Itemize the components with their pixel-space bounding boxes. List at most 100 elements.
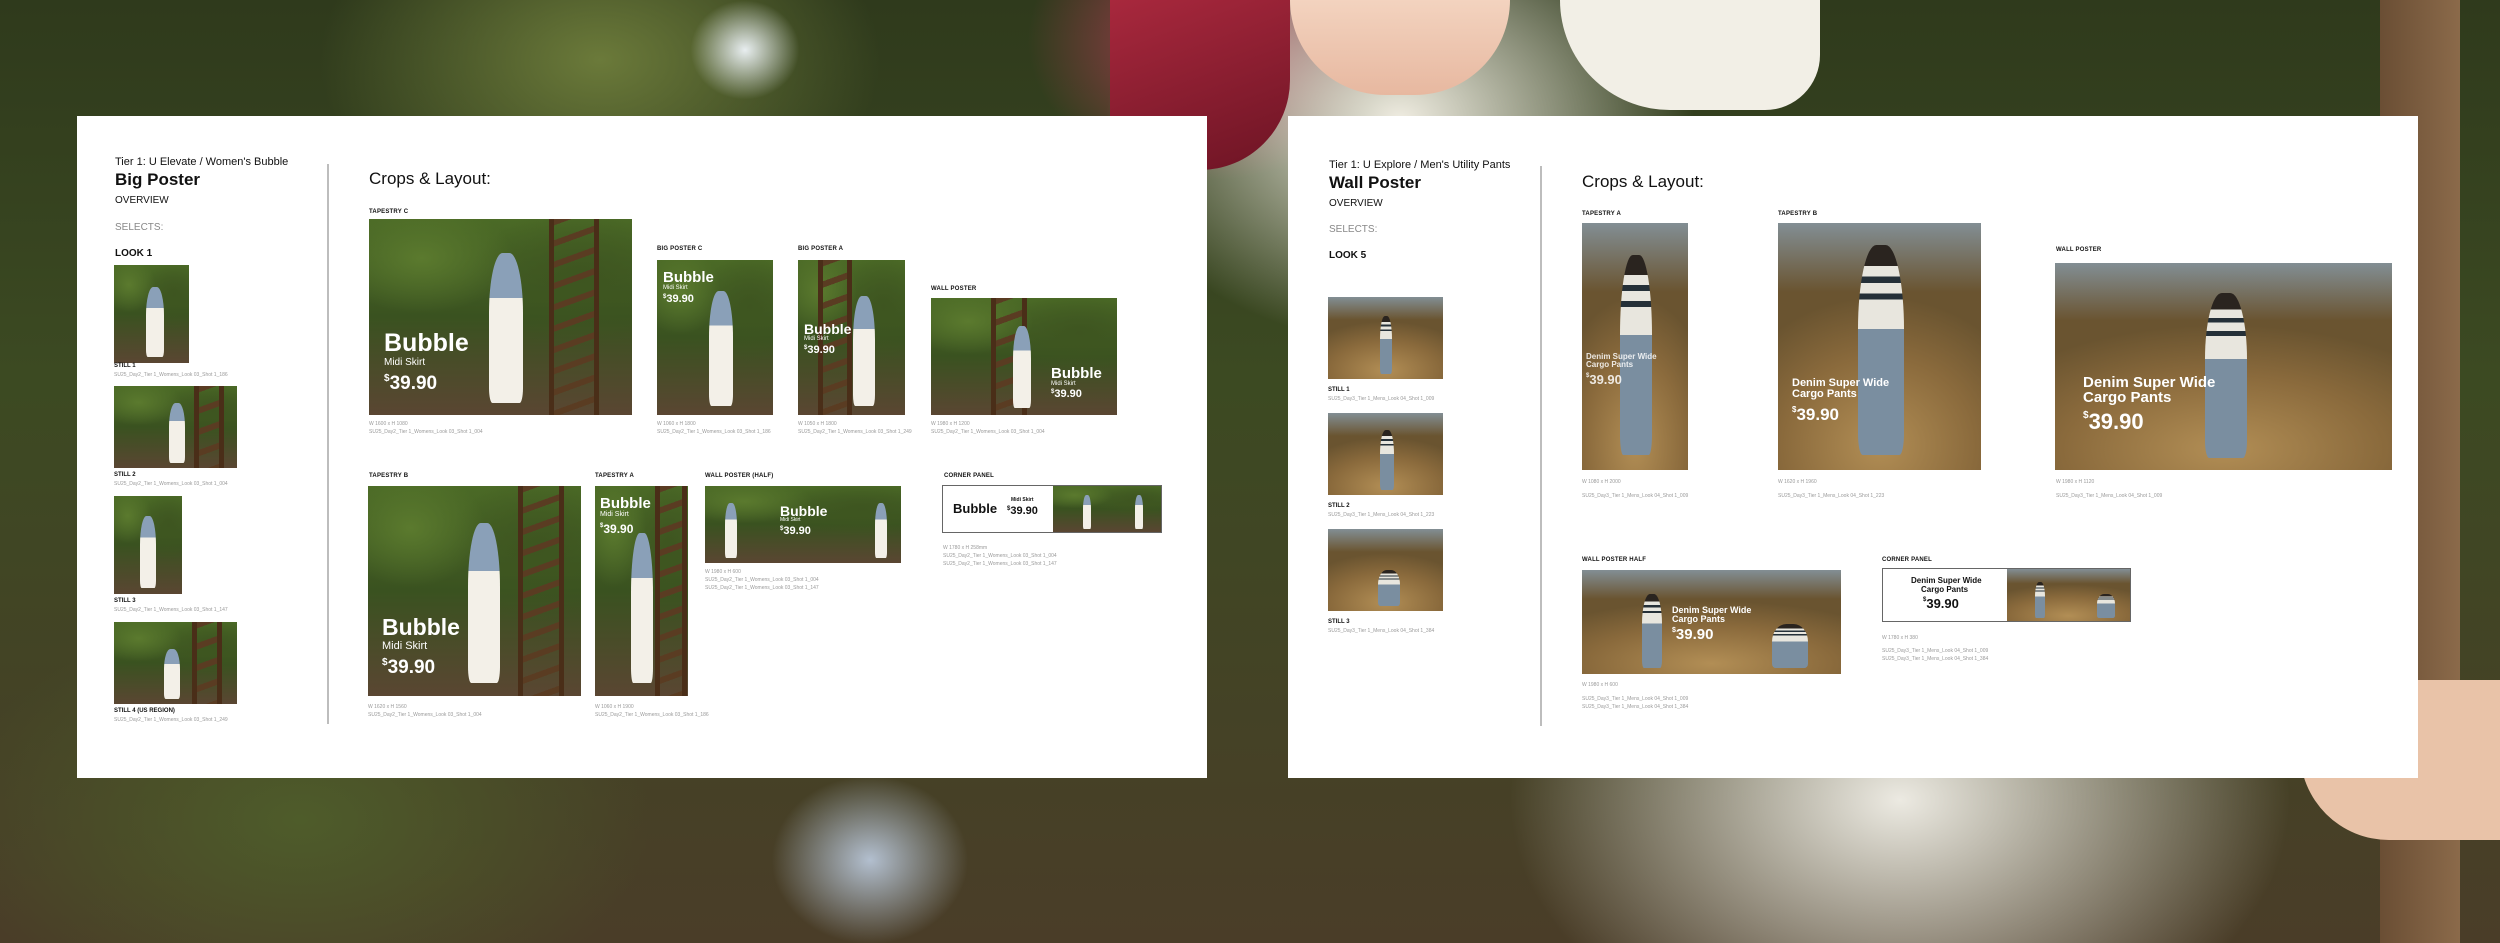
crop-big-poster-c[interactable]: Bubble Midi Skirt $39.90	[657, 260, 773, 415]
crop-big-poster-a[interactable]: Bubble Midi Skirt $39.90	[798, 260, 905, 415]
still-filename: SU25_Day2_Tier 1_Womens_Look 03_Shot 1_2…	[114, 717, 228, 723]
overlay-price: $39.90	[663, 293, 694, 305]
overview-label: OVERVIEW	[1329, 198, 1383, 209]
overlay-price: $39.90	[600, 522, 634, 536]
still-thumbnail[interactable]	[114, 622, 237, 704]
crops-title: Crops & Layout:	[1582, 172, 1704, 191]
still-thumbnail[interactable]	[1328, 413, 1443, 495]
crop-wall-poster[interactable]: Denim Super Wide Cargo Pants $39.90	[2055, 263, 2392, 470]
crop-label: WALL POSTER HALF	[1582, 557, 1647, 563]
crop-wall-poster[interactable]: Bubble Midi Skirt $39.90	[931, 298, 1117, 415]
left-board: Tier 1: U Elevate / Women's Bubble Big P…	[77, 116, 1207, 778]
crop-filename: SU25_Day2_Tier 1_Womens_Look 03_Shot 1_0…	[931, 429, 1045, 435]
crop-filename: SU25_Day2_Tier 1_Womens_Look 03_Shot 1_1…	[595, 712, 709, 718]
overlay-price: $39.90	[1051, 388, 1082, 400]
overlay-product: Midi Skirt	[1011, 497, 1034, 503]
crop-filename: SU25_Day2_Tier 1_Womens_Look 03_Shot 1_0…	[369, 429, 483, 435]
overlay-price: $39.90	[1792, 405, 1839, 424]
overlay-product: Midi Skirt	[382, 640, 428, 652]
board-title: Wall Poster	[1329, 173, 1421, 192]
overlay-price: $39.90	[1007, 505, 1038, 517]
corner-panel-photo	[2007, 569, 2130, 621]
crop-size: W 1620 x H 1960	[1778, 479, 1817, 485]
overlay-price: $39.90	[1923, 596, 1959, 611]
crop-label: WALL POSTER (HALF)	[705, 473, 774, 479]
overlay-line2: Cargo Pants	[2083, 389, 2172, 406]
still-thumbnail[interactable]	[114, 496, 182, 594]
right-board: Tier 1: U Explore / Men's Utility Pants …	[1288, 116, 2418, 778]
overlay-price: $39.90	[780, 525, 811, 537]
crop-label: TAPESTRY C	[369, 209, 409, 215]
crop-label: BIG POSTER C	[657, 246, 703, 252]
tier-label: Tier 1: U Explore / Men's Utility Pants	[1329, 159, 1511, 171]
crop-wall-poster-half[interactable]: Denim Super Wide Cargo Pants $39.90	[1582, 570, 1841, 674]
crop-label: CORNER PANEL	[1882, 557, 1932, 563]
still-filename: SU25_Day3_Tier 1_Mens_Look 04_Shot 1_223	[1328, 512, 1435, 518]
still-thumbnail[interactable]	[1328, 529, 1443, 611]
crop-tapestry-b[interactable]: Denim Super Wide Cargo Pants $39.90	[1778, 223, 1981, 470]
overlay-line2: Cargo Pants	[1672, 614, 1726, 624]
crop-size: W 1620 x H 1560	[368, 704, 407, 710]
crop-filename: SU25_Day3_Tier 1_Mens_Look 04_Shot 1_009	[1582, 493, 1689, 499]
crop-label: BIG POSTER A	[798, 246, 844, 252]
selects-label: SELECTS:	[1329, 224, 1378, 235]
crop-corner-panel[interactable]: Bubble Midi Skirt $39.90	[942, 485, 1162, 533]
look-label: LOOK 1	[115, 248, 153, 259]
corner-panel-photo	[1053, 486, 1161, 532]
crop-label: WALL POSTER	[2056, 247, 2102, 253]
still-label: STILL 2	[114, 472, 136, 478]
crop-corner-panel[interactable]: Denim Super Wide Cargo Pants $39.90	[1882, 568, 2131, 622]
board-title: Big Poster	[115, 170, 201, 189]
still-filename: SU25_Day3_Tier 1_Mens_Look 04_Shot 1_009	[1328, 396, 1435, 402]
crop-size: W 1980 x H 600	[705, 569, 741, 575]
crop-label: TAPESTRY A	[595, 473, 635, 479]
crop-size: W 1780 x H 258mm	[943, 545, 988, 551]
crop-label: TAPESTRY B	[1778, 211, 1818, 217]
crop-filename: SU25_Day3_Tier 1_Mens_Look 04_Shot 1_223	[1778, 493, 1885, 499]
crop-size: W 1060 x H 1800	[657, 421, 696, 427]
overlay-brand: Bubble	[780, 503, 828, 519]
still-filename: SU25_Day2_Tier 1_Womens_Look 03_Shot 1_1…	[114, 372, 228, 378]
crop-filename: SU25_Day3_Tier 1_Mens_Look 04_Shot 1_384	[1882, 656, 1989, 662]
overlay-price: $39.90	[384, 373, 438, 394]
overlay-product: Midi Skirt	[384, 357, 426, 368]
overlay-line2: Cargo Pants	[1921, 585, 1969, 594]
crop-filename: SU25_Day3_Tier 1_Mens_Look 04_Shot 1_009	[1582, 696, 1689, 702]
crop-size: W 1980 x H 1200	[931, 421, 970, 427]
overlay-line1: Denim Super Wide	[2083, 374, 2216, 391]
crop-tapestry-a[interactable]: Bubble Midi Skirt $39.90	[595, 486, 688, 696]
crop-filename: SU25_Day3_Tier 1_Mens_Look 04_Shot 1_384	[1582, 704, 1689, 710]
crops-title: Crops & Layout:	[369, 169, 491, 188]
overlay-line2: Cargo Pants	[1792, 388, 1857, 400]
crop-filename: SU25_Day2_Tier 1_Womens_Look 03_Shot 1_0…	[705, 577, 819, 583]
overlay-brand: Bubble	[384, 329, 469, 357]
still-thumbnail[interactable]	[114, 265, 189, 363]
overlay-price: $39.90	[804, 344, 835, 356]
still-thumbnail[interactable]	[1328, 297, 1443, 379]
overlay-price: $39.90	[1586, 372, 1622, 387]
still-label: STILL 4 (US REGION)	[114, 708, 175, 714]
column-divider	[327, 164, 329, 724]
crop-tapestry-c[interactable]: Bubble Midi Skirt $39.90	[369, 219, 632, 415]
overlay-brand: Bubble	[804, 321, 852, 337]
overview-label: OVERVIEW	[115, 195, 169, 206]
crop-filename: SU25_Day2_Tier 1_Womens_Look 03_Shot 1_1…	[943, 561, 1057, 567]
still-thumbnail[interactable]	[114, 386, 237, 468]
crop-wall-poster-half[interactable]: Bubble Midi Skirt $39.90	[705, 486, 901, 563]
overlay-brand: Bubble	[1051, 365, 1102, 382]
crop-tapestry-a[interactable]: Denim Super Wide Cargo Pants $39.90	[1582, 223, 1688, 470]
tier-label: Tier 1: U Elevate / Women's Bubble	[115, 156, 289, 168]
crop-tapestry-b[interactable]: Bubble Midi Skirt $39.90	[368, 486, 581, 696]
column-divider	[1540, 166, 1542, 726]
look-label: LOOK 5	[1329, 250, 1367, 261]
overlay-brand: Bubble	[382, 614, 460, 640]
still-label: STILL 1	[1328, 387, 1350, 393]
still-label: STILL 2	[1328, 503, 1350, 509]
crop-filename: SU25_Day2_Tier 1_Womens_Look 03_Shot 1_0…	[943, 553, 1057, 559]
crop-label: WALL POSTER	[931, 286, 977, 292]
overlay-price: $39.90	[2083, 409, 2144, 434]
crop-size: W 1780 x H 380	[1882, 635, 1918, 641]
crop-filename: SU25_Day3_Tier 1_Mens_Look 04_Shot 1_009	[2056, 493, 2163, 499]
crop-filename: SU25_Day2_Tier 1_Womens_Look 03_Shot 1_1…	[657, 429, 771, 435]
still-label: STILL 3	[114, 598, 136, 604]
